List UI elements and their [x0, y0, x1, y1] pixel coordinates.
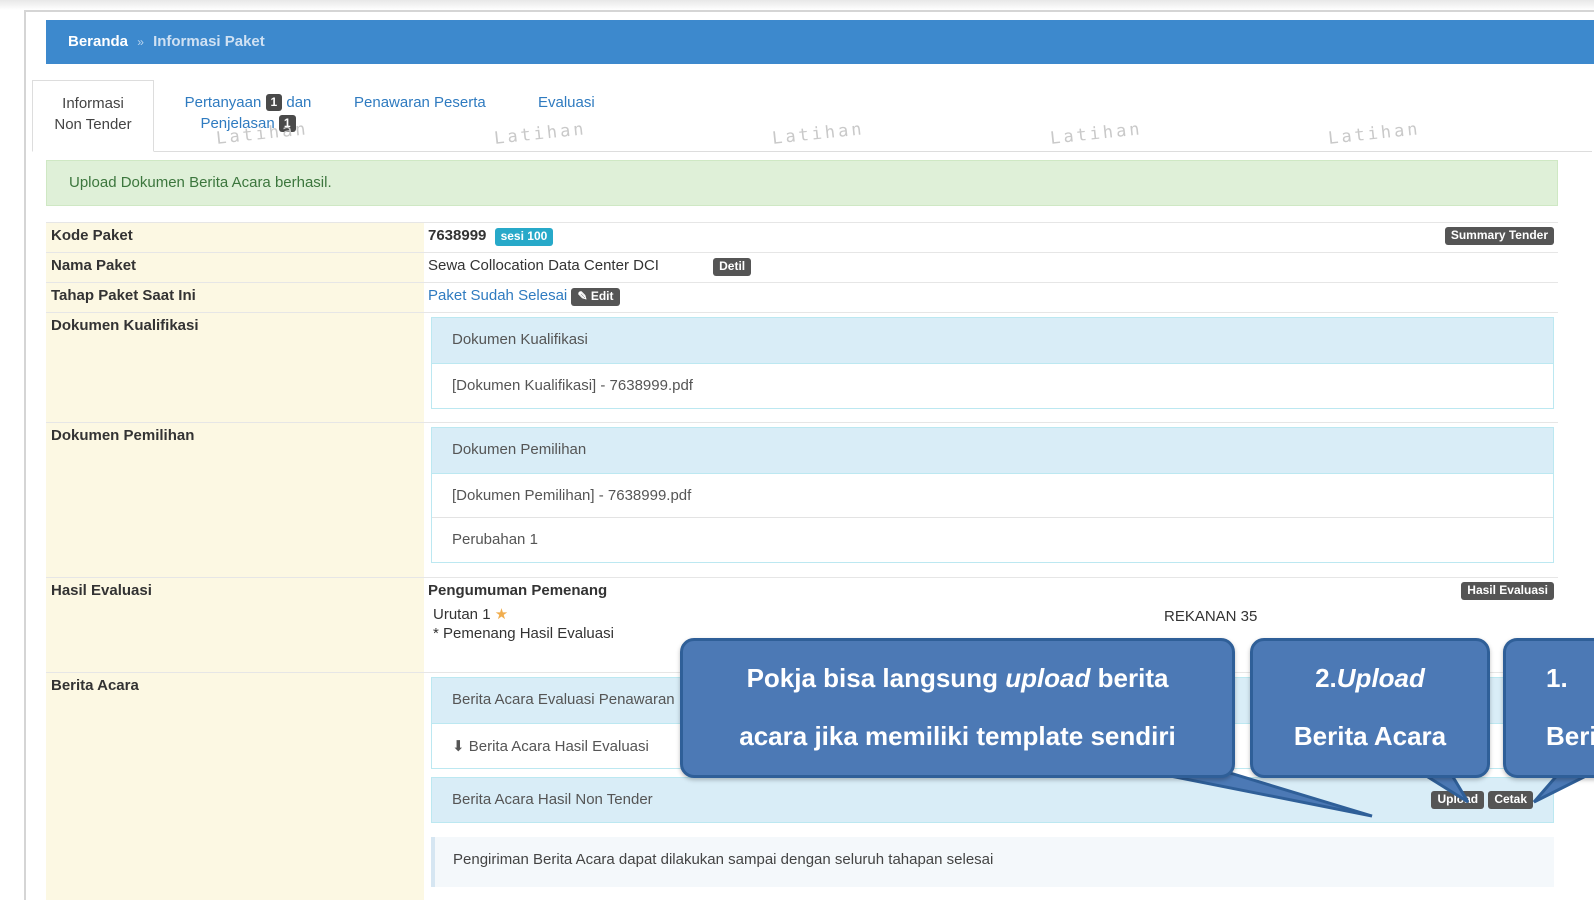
package-name: Sewa Collocation Data Center DCI: [428, 257, 659, 274]
edit-icon: ✎: [577, 289, 591, 303]
breadcrumb-current: Informasi Paket: [153, 33, 265, 50]
stage-link[interactable]: Paket Sudah Selesai: [428, 287, 567, 304]
star-icon: ★: [494, 606, 509, 623]
panel-heading: Berita Acara Hasil Non Tender: [452, 791, 653, 808]
kualifikasi-panel: Dokumen Kualifikasi [Dokumen Kualifikasi…: [431, 317, 1554, 409]
success-alert: Upload Dokumen Berita Acara berhasil.: [46, 160, 1558, 206]
question-count-badge: 1: [265, 94, 283, 111]
callout-step-upload: 2.Upload Berita Acara: [1250, 638, 1490, 778]
row-value: Dokumen Pemilihan [Dokumen Pemilihan] - …: [428, 423, 1558, 577]
edit-button-label: Edit: [590, 289, 614, 303]
berita-acara-non-tender-panel: Berita Acara Hasil Non Tender Upload Cet…: [431, 777, 1554, 823]
document-link[interactable]: [Dokumen Pemilihan] - 7638999.pdf: [432, 474, 1553, 518]
callout-line: acara jika memiliki template sendiri: [739, 721, 1176, 751]
row-value: Sewa Collocation Data Center DCI Detil: [428, 253, 1558, 282]
session-badge: sesi 100: [494, 228, 554, 246]
row-label: Kode Paket: [46, 223, 424, 252]
breadcrumb-home-link[interactable]: Beranda: [68, 33, 128, 50]
callout-emphasis: upload: [1005, 663, 1091, 693]
row-value: Dokumen Kualifikasi [Dokumen Kualifikasi…: [428, 313, 1558, 422]
pemilihan-panel: Dokumen Pemilihan [Dokumen Pemilihan] - …: [431, 427, 1554, 563]
package-code: 7638999: [428, 227, 487, 244]
revision-item[interactable]: Perubahan 1: [432, 518, 1553, 562]
detil-button[interactable]: Detil: [713, 258, 752, 276]
document-link[interactable]: [Dokumen Kualifikasi] - 7638999.pdf: [432, 364, 1553, 408]
window-top-edge: [0, 0, 1594, 10]
row-value: 7638999 sesi 100 Summary Tender: [428, 223, 1558, 252]
row-label: Tahap Paket Saat Ini: [46, 283, 424, 312]
callout-line: 2.Upload: [1253, 649, 1487, 707]
row-label: Hasil Evaluasi: [46, 578, 424, 672]
berita-acara-note: Pengiriman Berita Acara dapat dilakukan …: [431, 837, 1554, 887]
tab-evaluasi[interactable]: Evaluasi: [538, 80, 595, 113]
row-label: Dokumen Pemilihan: [46, 423, 424, 577]
callout-text: Pokja bisa langsung: [746, 663, 1006, 693]
row-nama-paket: Nama Paket Sewa Collocation Data Center …: [46, 252, 1558, 282]
rank-line: Urutan 1 ★: [433, 605, 1558, 623]
download-label: Berita Acara Hasil Evaluasi: [468, 738, 649, 755]
row-label: Nama Paket: [46, 253, 424, 282]
callout-step-cetak: 1. Beri: [1503, 638, 1594, 778]
winner-name: REKANAN 35: [1164, 608, 1258, 625]
callout-line: 1.: [1546, 663, 1568, 693]
cetak-button[interactable]: Cetak: [1488, 791, 1533, 809]
tab-informasi-non-tender[interactable]: Informasi Non Tender: [32, 80, 154, 152]
callout-text: berita: [1090, 663, 1169, 693]
row-label: Dokumen Kualifikasi: [46, 313, 424, 422]
tab-label-pertanyaan: Pertanyaan: [184, 94, 262, 111]
callout-text: 2.: [1315, 663, 1337, 693]
row-dokumen-kualifikasi: Dokumen Kualifikasi Dokumen Kualifikasi …: [46, 312, 1558, 422]
row-dokumen-pemilihan: Dokumen Pemilihan Dokumen Pemilihan [Dok…: [46, 422, 1558, 577]
callout-line: Berita Acara: [1293, 721, 1447, 751]
row-value: Paket Sudah Selesai ✎ Edit: [428, 283, 1558, 312]
edit-button[interactable]: ✎ Edit: [571, 288, 620, 306]
callout-emphasis: Upload: [1336, 663, 1425, 693]
winner-announcement-title: Pengumuman Pemenang: [428, 582, 608, 599]
panel-heading: Dokumen Pemilihan: [432, 428, 1553, 474]
row-tahap-paket: Tahap Paket Saat Ini Paket Sudah Selesai…: [46, 282, 1558, 312]
download-icon: ⬇: [452, 738, 469, 755]
tab-label-line1: Informasi: [62, 95, 124, 112]
rank-text: Urutan 1: [433, 606, 491, 623]
tab-label-line2: Non Tender: [54, 116, 132, 133]
upload-button[interactable]: Upload: [1431, 791, 1485, 809]
breadcrumb-separator: »: [137, 35, 144, 49]
hasil-evaluasi-button[interactable]: Hasil Evaluasi: [1461, 582, 1554, 600]
breadcrumb: Beranda » Informasi Paket: [46, 20, 1594, 64]
panel-heading: Dokumen Kualifikasi: [432, 318, 1553, 364]
tab-label-dan: dan: [286, 94, 312, 111]
tab-penawaran-peserta[interactable]: Penawaran Peserta: [354, 80, 486, 113]
callout-line: Beri: [1546, 721, 1594, 751]
row-kode-paket: Kode Paket 7638999 sesi 100 Summary Tend…: [46, 222, 1558, 252]
callout-template-info: Pokja bisa langsung upload berita acara …: [680, 638, 1235, 778]
callout-line: Pokja bisa langsung upload berita: [683, 649, 1232, 707]
summary-tender-button[interactable]: Summary Tender: [1444, 227, 1554, 245]
row-label: Berita Acara: [46, 673, 424, 900]
panel-actions: Upload Cetak: [1431, 790, 1533, 809]
